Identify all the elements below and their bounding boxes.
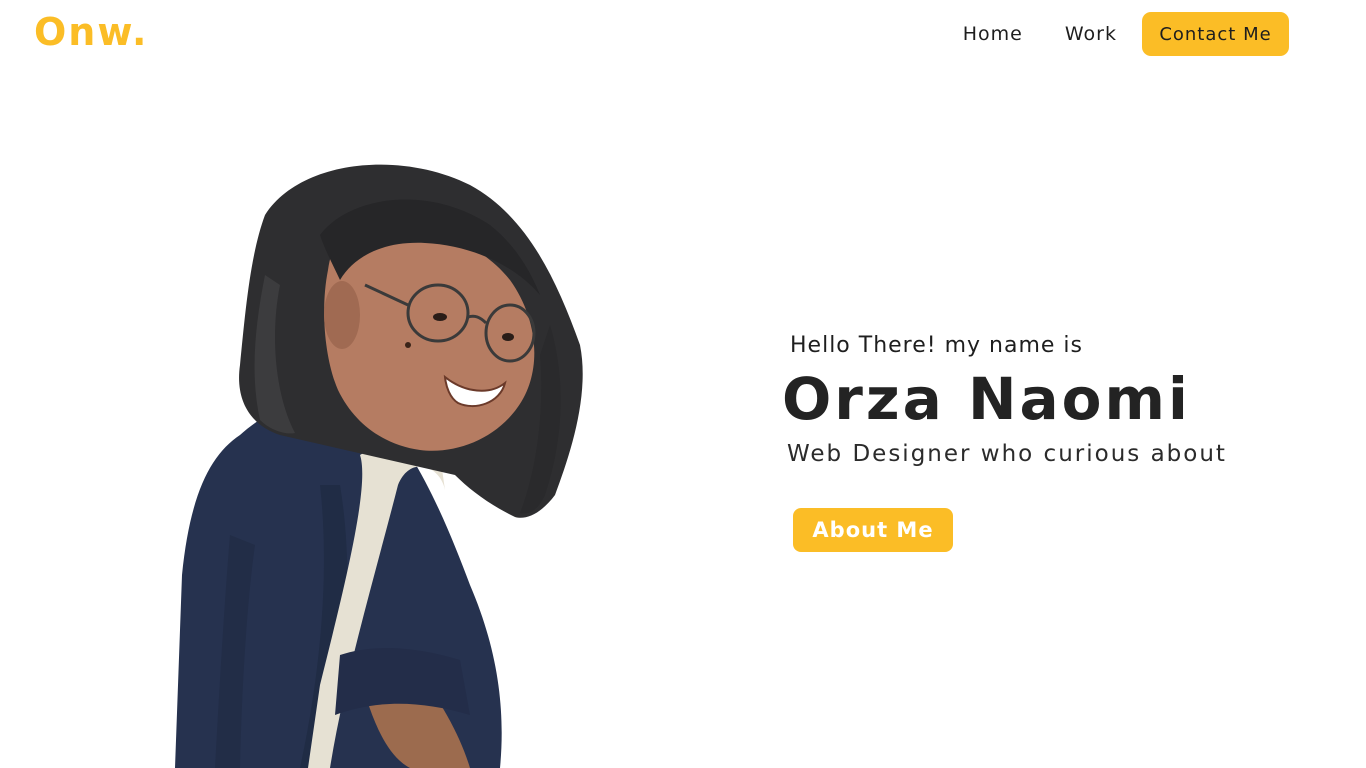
hero-section: Hello There! my name is Orza Naomi Web D… bbox=[782, 330, 1342, 552]
hero-greeting: Hello There! my name is bbox=[790, 333, 1083, 358]
nav-home-link[interactable]: Home bbox=[948, 12, 1038, 56]
nav-work-link[interactable]: Work bbox=[1050, 12, 1132, 56]
contact-me-button[interactable]: Contact Me bbox=[1142, 12, 1289, 56]
about-me-button[interactable]: About Me bbox=[793, 508, 953, 552]
ear bbox=[324, 281, 360, 349]
landing-page: Onw. Home Work Contact Me Hello There! m… bbox=[0, 0, 1366, 768]
hero-role: Web Designer who curious about bbox=[787, 441, 1227, 467]
hero-name: Orza Naomi bbox=[782, 365, 1191, 433]
logo[interactable]: Onw. bbox=[34, 10, 148, 54]
main-nav: Home Work Contact Me bbox=[948, 12, 1289, 56]
portrait-image bbox=[175, 164, 583, 768]
